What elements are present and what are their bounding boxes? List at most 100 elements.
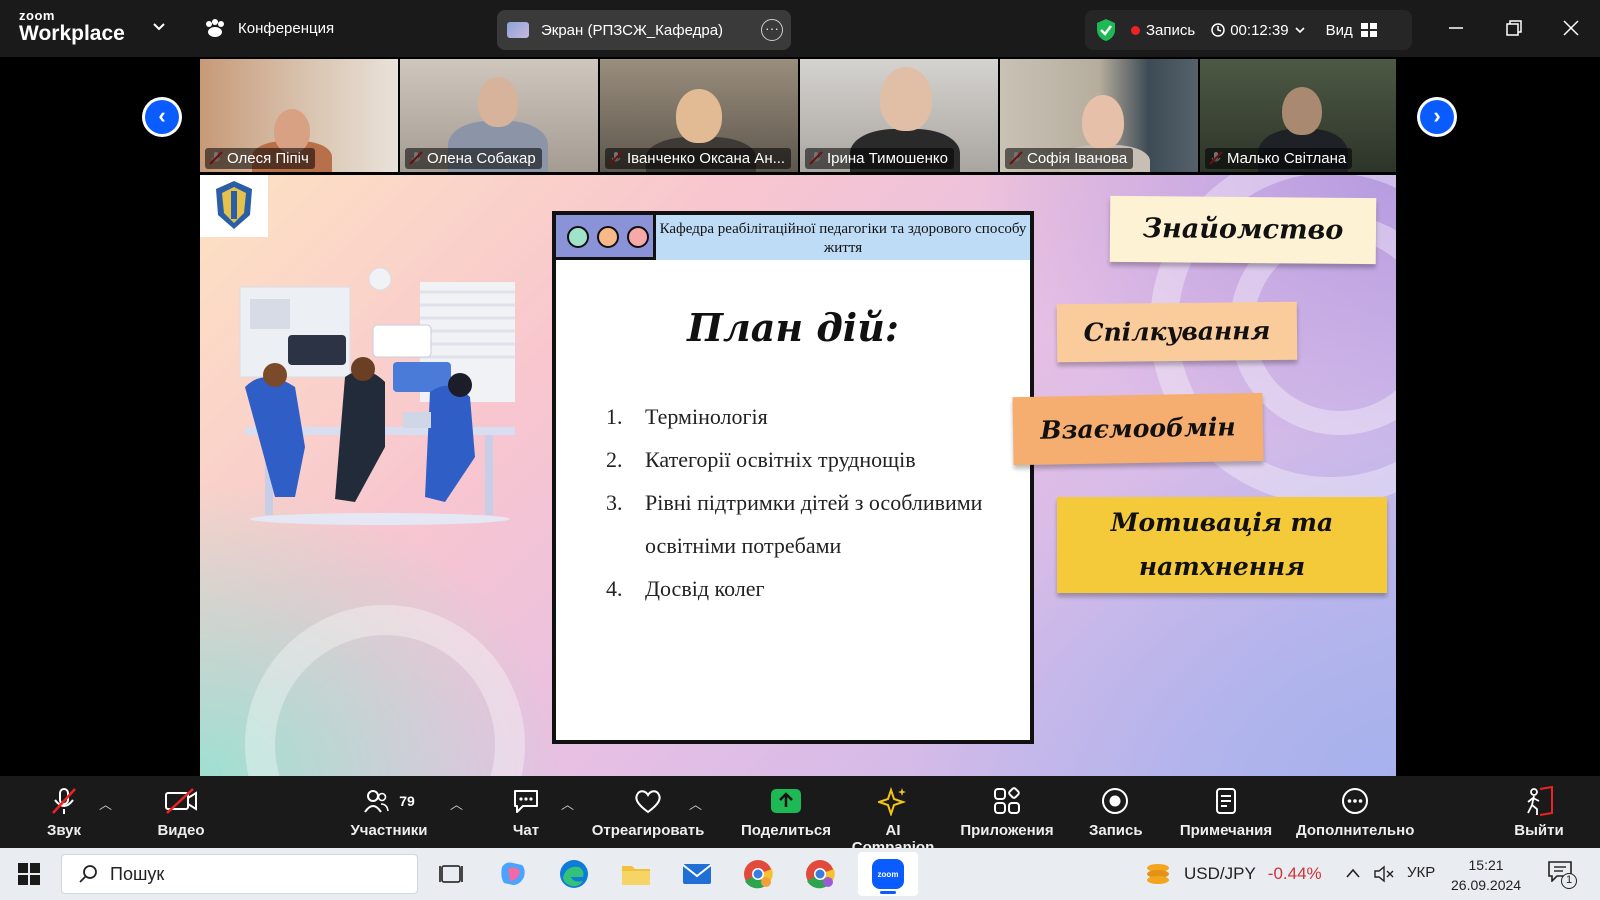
participant-name: Ірина Тимошенко <box>805 148 954 169</box>
participant-video <box>676 89 722 143</box>
screen-thumbnail <box>507 22 529 38</box>
leave-door-icon <box>1527 785 1553 816</box>
apps-button[interactable]: Приложения <box>960 782 1054 839</box>
ai-companion-button[interactable]: AI Companion <box>843 782 943 856</box>
windows-start-icon[interactable] <box>18 863 40 885</box>
sparkle-icon <box>878 786 907 816</box>
department-header: Кафедра реабілітаційної педагогіки та зд… <box>653 215 1030 260</box>
sticky-note: Знайомство <box>1109 195 1377 265</box>
search-placeholder: Пошук <box>110 863 165 884</box>
participant-tile[interactable]: Ірина Тимошенко <box>800 59 998 172</box>
currency-widget[interactable]: USD/JPY -0.44% <box>1144 860 1322 888</box>
leave-button[interactable]: Выйти <box>1512 782 1566 839</box>
participant-tile[interactable]: Іванченко Оксана Ан... <box>600 59 798 172</box>
clock-time: 15:21 <box>1468 857 1504 873</box>
paw-icon <box>206 19 224 37</box>
participant-name: Іванченко Оксана Ан... <box>605 148 792 169</box>
chevron-up-icon[interactable]: ︿ <box>450 794 463 813</box>
active-indicator <box>880 891 896 894</box>
meeting-menu[interactable]: Конференция <box>204 18 334 38</box>
crest-icon <box>216 181 252 229</box>
participant-tile[interactable]: Олеся Піпіч <box>200 59 398 172</box>
chrome-profile-icon[interactable] <box>803 857 837 891</box>
edge-browser-icon[interactable] <box>557 857 591 891</box>
participant-video <box>1082 95 1124 149</box>
share-button[interactable]: Поделиться <box>729 782 843 839</box>
more-button[interactable]: Дополнительно <box>1296 782 1414 839</box>
view-label: Вид <box>1325 21 1353 39</box>
timer-text: 00:12:39 <box>1230 21 1289 39</box>
chevron-up-icon[interactable]: ︿ <box>561 794 574 813</box>
taskbar: Пошук zoom USD/JPY -0.44% УКР 15:21 26.0… <box>0 848 1600 900</box>
chevron-up-icon[interactable]: ︿ <box>689 794 702 813</box>
share-screen-icon <box>771 789 801 813</box>
clock-date: 26.09.2024 <box>1451 877 1522 893</box>
meeting-timer[interactable]: 00:12:39 <box>1211 22 1305 39</box>
more-label: Дополнительно <box>1296 822 1415 839</box>
apps-label: Приложения <box>960 822 1054 839</box>
agenda-item: 3. Рівні підтримки дітей з особливими осв… <box>606 481 996 567</box>
chat-label: Чат <box>512 822 540 839</box>
record-icon <box>1102 788 1128 814</box>
react-label: Отреагировать <box>591 822 705 839</box>
chevron-down-icon[interactable] <box>152 20 166 34</box>
view-button[interactable]: Вид <box>1326 22 1377 39</box>
participant-tile[interactable]: Софія Іванова <box>1000 59 1198 172</box>
participant-video <box>1282 87 1322 135</box>
zoom-app-active[interactable]: zoom <box>858 852 918 896</box>
video-button[interactable]: Видео <box>156 782 206 839</box>
agenda-text: Термінологія <box>645 404 768 429</box>
agenda-number: 3. <box>606 490 623 515</box>
logo-zoom-text: zoom <box>19 8 55 23</box>
notes-label: Примечания <box>1179 822 1273 839</box>
participant-video <box>880 67 932 131</box>
chevron-up-icon[interactable]: ︿ <box>99 794 112 813</box>
participant-tile[interactable]: Олена Собакар <box>400 59 598 172</box>
notifications-button[interactable]: 1 <box>1547 860 1579 890</box>
screen-share-pill[interactable]: Экран (РПЗСЖ_Кафедра) ··· <box>497 10 791 50</box>
agenda-item: 2. Категорії освітніх труднощів <box>606 438 996 481</box>
audio-label: Звук <box>46 822 82 839</box>
agenda-number: 2. <box>606 447 623 472</box>
restore-icon[interactable] <box>1502 16 1526 40</box>
record-button[interactable]: Запись <box>1089 782 1143 839</box>
audio-button[interactable]: Звук <box>40 782 88 839</box>
shield-check-icon[interactable] <box>1095 18 1117 42</box>
prev-page-button[interactable]: ‹ <box>142 97 182 137</box>
mail-icon[interactable] <box>680 857 714 891</box>
system-clock[interactable]: 15:21 26.09.2024 <box>1451 855 1521 895</box>
close-icon[interactable] <box>1559 16 1583 40</box>
coins-icon <box>1147 864 1169 884</box>
record-status[interactable]: Запись <box>1146 22 1195 39</box>
more-options-icon[interactable]: ··· <box>761 19 783 41</box>
participant-name: Малько Світлана <box>1205 148 1353 169</box>
search-icon <box>79 865 97 883</box>
participants-label: Участники <box>350 822 428 839</box>
notes-button[interactable]: Примечания <box>1178 782 1274 839</box>
participants-button[interactable]: 79 Участники <box>347 782 431 839</box>
minimize-icon[interactable] <box>1444 16 1468 40</box>
chat-button[interactable]: Чат <box>506 782 546 839</box>
participant-tile[interactable]: Малько Світлана <box>1200 59 1396 172</box>
agenda-item: 1. Термінологія <box>606 395 996 438</box>
sticky-note: Мотивація та натхнення <box>1057 497 1387 593</box>
chrome-icon[interactable] <box>741 857 775 891</box>
agenda-text: Досвід колег <box>645 576 765 601</box>
next-page-button[interactable]: › <box>1417 97 1457 137</box>
ticker-change: -0.44% <box>1267 864 1322 883</box>
copilot-icon[interactable] <box>496 857 530 891</box>
meeting-label: Конференция <box>238 19 335 37</box>
speaker-muted-icon[interactable] <box>1373 864 1395 884</box>
slide-title: План дій: <box>687 305 899 350</box>
card-header-bar: Кафедра реабілітаційної педагогіки та зд… <box>556 215 1030 260</box>
grid-view-icon <box>1360 23 1377 37</box>
participant-video <box>274 109 310 153</box>
task-view-icon[interactable] <box>434 857 468 891</box>
university-crest <box>200 175 268 237</box>
chevron-up-icon[interactable] <box>1345 867 1361 879</box>
language-indicator[interactable]: УКР <box>1407 864 1435 881</box>
taskbar-search[interactable]: Пошук <box>61 854 418 894</box>
team-meeting-illustration <box>239 267 515 525</box>
title-bar: zoom Workplace Конференция Экран (РПЗСЖ_… <box>0 0 1600 57</box>
file-explorer-icon[interactable] <box>619 857 653 891</box>
